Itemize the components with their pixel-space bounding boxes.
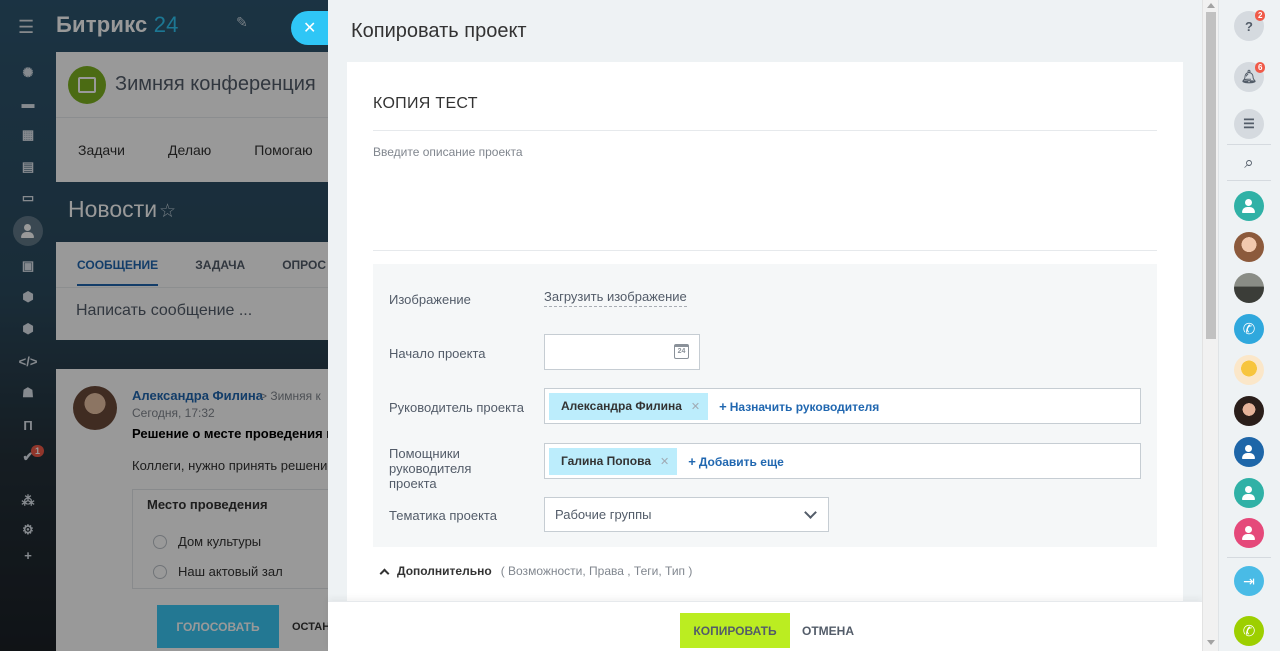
scrollbar[interactable] — [1202, 0, 1218, 651]
owner-selector[interactable]: Александра Филина ✕ + Назначить руководите… — [544, 388, 1141, 424]
theme-select[interactable]: Рабочие группы — [544, 497, 829, 532]
chevron-up-icon — [379, 568, 390, 578]
plus-icon: + — [688, 453, 696, 469]
contact-avatar[interactable] — [1234, 355, 1264, 385]
notify-badge: 6 — [1255, 62, 1266, 73]
helper-tag-text: Галина Попова — [561, 454, 651, 468]
divider — [1227, 557, 1271, 558]
theme-label: Тематика проекта — [389, 508, 497, 523]
slider-footer: КОПИРОВАТЬ ОТМЕНА — [328, 601, 1202, 651]
additional-toggle[interactable]: Дополнительно ( Возможности, Права , Тег… — [379, 564, 692, 578]
group-glyph-icon — [1241, 445, 1257, 459]
additional-label: Дополнительно — [397, 564, 492, 578]
divider — [373, 130, 1157, 131]
plus-icon: + — [719, 398, 727, 414]
help-badge: 2 — [1255, 10, 1266, 21]
copy-button[interactable]: КОПИРОВАТЬ — [680, 613, 790, 648]
call-icon[interactable]: ✆ — [1234, 616, 1264, 646]
divider — [1227, 144, 1271, 145]
helpers-selector[interactable]: Галина Попова ✕ + Добавить еще — [544, 443, 1141, 479]
scroll-thumb[interactable] — [1206, 12, 1216, 339]
project-name-input[interactable]: КОПИЯ ТЕСТ — [373, 95, 478, 113]
project-fields: Изображение Загрузить изображение Начало… — [373, 264, 1157, 547]
divider — [1227, 180, 1271, 181]
owner-label: Руководитель проекта — [389, 400, 524, 415]
phone-icon[interactable]: ✆ — [1234, 314, 1264, 344]
remove-icon[interactable]: ✕ — [691, 400, 700, 413]
divider — [373, 250, 1157, 251]
scroll-up-icon[interactable] — [1207, 3, 1215, 8]
additional-options: ( Возможности, Права , Теги, Тип ) — [500, 564, 693, 578]
open-lines-icon[interactable]: ⇥ — [1234, 566, 1264, 596]
add-helper-link[interactable]: + Добавить еще — [688, 454, 784, 469]
calendar-icon[interactable]: 24 — [674, 344, 689, 359]
assign-owner-link[interactable]: + Назначить руководителя — [719, 399, 879, 414]
assign-owner-text: Назначить руководителя — [729, 399, 880, 414]
dim-overlay[interactable] — [0, 0, 328, 651]
group-chat-icon[interactable] — [1234, 437, 1264, 467]
search-icon[interactable]: ⌕ — [1234, 148, 1264, 178]
helpers-label: Помощники руководителя проекта — [389, 446, 472, 491]
group-chat-icon[interactable] — [1234, 518, 1264, 548]
theme-value: Рабочие группы — [555, 507, 652, 522]
remove-icon[interactable]: ✕ — [660, 455, 669, 468]
copy-project-slider: Копировать проект КОПИЯ ТЕСТ Введите опи… — [328, 0, 1202, 651]
scroll-down-icon[interactable] — [1207, 640, 1215, 645]
group-glyph-icon — [1241, 199, 1257, 213]
close-slider-button[interactable]: ✕ — [291, 11, 328, 45]
group-chat-icon[interactable] — [1234, 478, 1264, 508]
start-date-label: Начало проекта — [389, 346, 486, 361]
upload-image-link[interactable]: Загрузить изображение — [544, 289, 687, 307]
owner-tag-text: Александра Филина — [561, 399, 682, 413]
contact-avatar[interactable] — [1234, 396, 1264, 426]
contact-avatar[interactable] — [1234, 232, 1264, 262]
owner-tag[interactable]: Александра Филина ✕ — [549, 392, 709, 420]
add-helper-text: Добавить еще — [698, 454, 784, 469]
image-label: Изображение — [389, 292, 471, 307]
description-input[interactable]: Введите описание проекта — [373, 145, 523, 159]
helper-tag[interactable]: Галина Попова ✕ — [549, 447, 678, 475]
right-panel: ? 2 🔔︎ 6 ☰ ⌕ ✆ ⇥ ✆ — [1218, 0, 1280, 651]
cancel-button[interactable]: ОТМЕНА — [802, 624, 854, 638]
contact-avatar[interactable] — [1234, 273, 1264, 303]
group-glyph-icon — [1241, 486, 1257, 500]
chat-icon[interactable]: ☰ — [1234, 109, 1264, 139]
close-icon: ✕ — [303, 20, 317, 37]
group-chat-icon[interactable] — [1234, 191, 1264, 221]
slider-title: Копировать проект — [351, 20, 527, 42]
project-form: КОПИЯ ТЕСТ Введите описание проекта Изоб… — [347, 62, 1183, 602]
chevron-down-icon — [804, 506, 817, 519]
group-glyph-icon — [1241, 526, 1257, 540]
